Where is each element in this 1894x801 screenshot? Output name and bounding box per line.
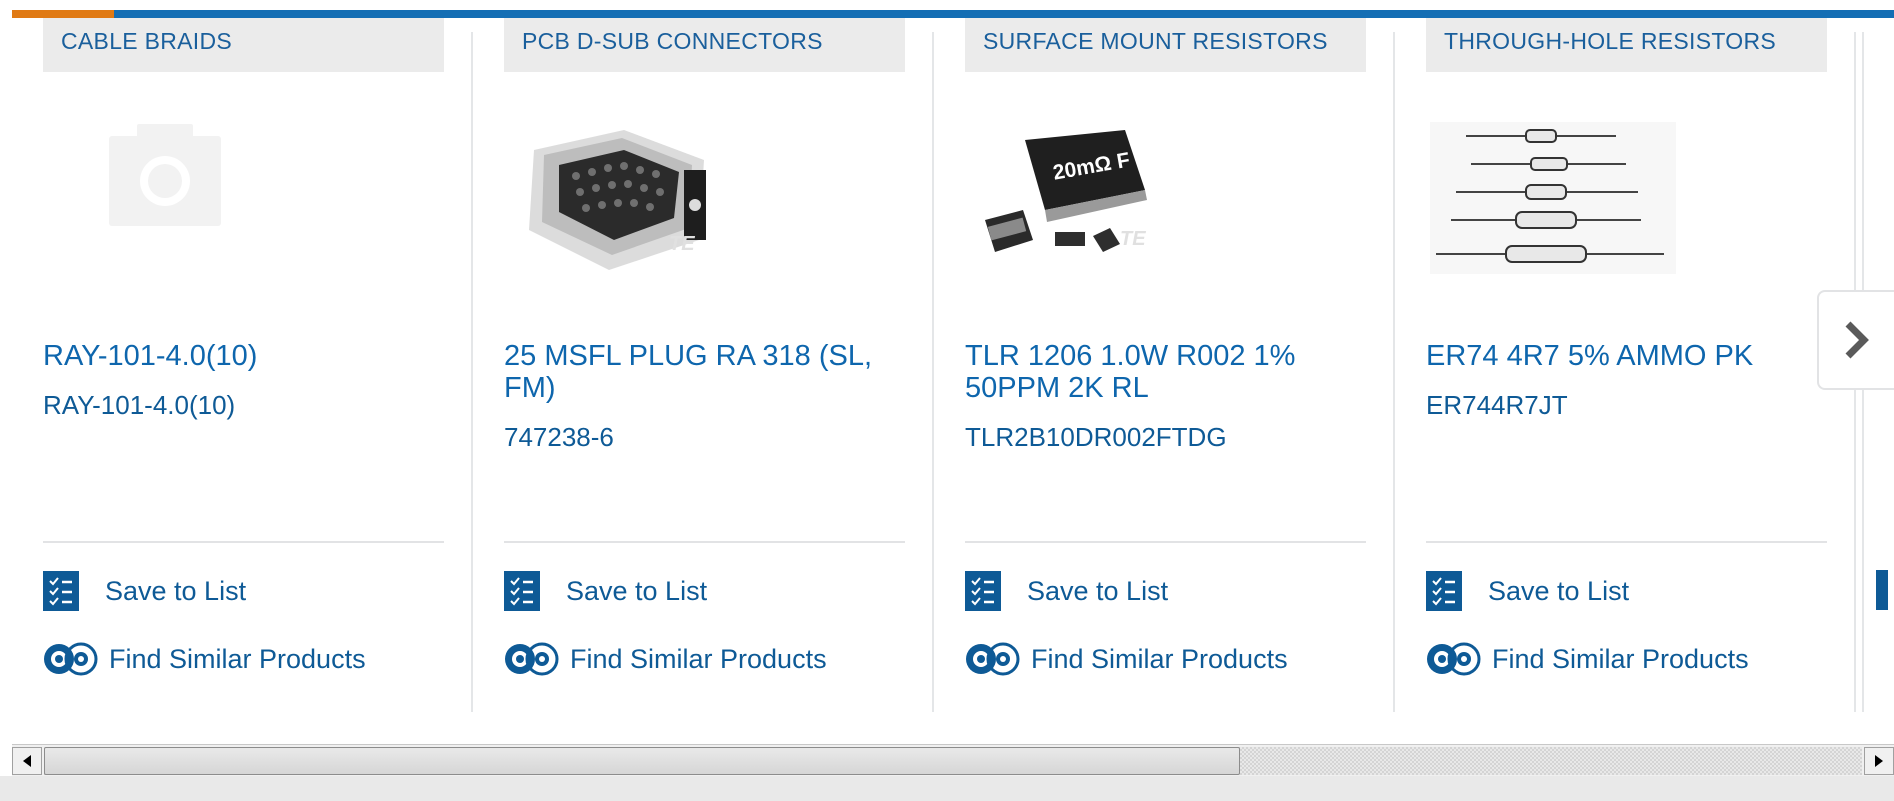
- part-number[interactable]: TLR2B10DR002FTDG: [965, 422, 1227, 453]
- product-card: PCB D-SUB CONNECTORS TE 25 MSFL PLUG RA …: [473, 18, 934, 712]
- save-to-list-button[interactable]: Save to List: [43, 570, 246, 612]
- scroll-right-button[interactable]: [1864, 747, 1894, 775]
- smd-resistor-image: 20mΩ F TE: [985, 130, 1147, 252]
- gears-icon: [44, 642, 98, 676]
- product-carousel: CABLE BRAIDS RAY-101-4.0(10) RAY-101-4.0…: [12, 18, 1894, 744]
- product-image[interactable]: TE: [504, 110, 764, 290]
- d-sub-connector-image: TE: [529, 130, 706, 270]
- part-number[interactable]: 747238-6: [504, 422, 614, 453]
- page-left-edge: [0, 0, 12, 776]
- find-similar-label: Find Similar Products: [1492, 643, 1749, 674]
- arrow-left-icon: [23, 755, 31, 767]
- product-card: SURFACE MOUNT RESISTORS 20mΩ F TE TLR 12…: [934, 18, 1395, 712]
- find-similar-button[interactable]: Find Similar Products: [43, 638, 366, 680]
- save-to-list-button[interactable]: Save to List: [965, 570, 1168, 612]
- save-to-list-label: Save to List: [566, 575, 708, 606]
- carousel-next-button[interactable]: [1817, 290, 1894, 390]
- find-similar-label: Find Similar Products: [1031, 643, 1288, 674]
- scroll-left-button[interactable]: [12, 747, 42, 775]
- card-divider: [43, 541, 444, 543]
- checklist-icon: [43, 571, 79, 611]
- save-to-list-label: Save to List: [1488, 575, 1630, 606]
- category-tab[interactable]: THROUGH-HOLE RESISTORS: [1426, 18, 1827, 72]
- gears-icon: [966, 642, 1020, 676]
- part-number[interactable]: ER744R7JT: [1426, 390, 1568, 421]
- save-to-list-button[interactable]: Save to List: [504, 570, 707, 612]
- part-number[interactable]: RAY-101-4.0(10): [43, 390, 235, 421]
- product-name-link[interactable]: ER74 4R7 5% AMMO PK: [1426, 340, 1826, 372]
- product-name-link[interactable]: 25 MSFL PLUG RA 318 (SL, FM): [504, 340, 904, 404]
- gears-icon: [1427, 642, 1481, 676]
- find-similar-button[interactable]: Find Similar Products: [965, 638, 1288, 680]
- category-tab[interactable]: SURFACE MOUNT RESISTORS: [965, 18, 1366, 72]
- save-to-list-label: Save to List: [1027, 575, 1169, 606]
- axial-resistors-image: [1430, 122, 1676, 274]
- category-tab[interactable]: CABLE BRAIDS: [43, 18, 444, 72]
- bottom-strip: [0, 776, 1894, 801]
- svg-text:TE: TE: [669, 233, 695, 255]
- find-similar-button[interactable]: Find Similar Products: [504, 638, 827, 680]
- card-divider: [1426, 541, 1827, 543]
- checklist-icon: [504, 571, 540, 611]
- checklist-icon: [1426, 571, 1462, 611]
- product-name-link[interactable]: RAY-101-4.0(10): [43, 340, 443, 372]
- find-similar-label: Find Similar Products: [570, 643, 827, 674]
- arrow-right-icon: [1875, 755, 1883, 767]
- product-name-link[interactable]: TLR 1206 1.0W R002 1% 50PPM 2K RL: [965, 340, 1365, 404]
- product-card: THROUGH-HOLE RESISTORS ER74 4R7 5% AMMO …: [1395, 18, 1856, 712]
- camera-icon: [109, 124, 221, 226]
- save-to-list-button[interactable]: Save to List: [1426, 570, 1629, 612]
- horizontal-scrollbar[interactable]: [12, 744, 1894, 776]
- product-image-placeholder[interactable]: [43, 110, 303, 290]
- card-divider: [504, 541, 905, 543]
- product-image[interactable]: 20mΩ F TE: [965, 110, 1225, 290]
- product-image[interactable]: [1426, 110, 1686, 290]
- gears-icon: [505, 642, 559, 676]
- card-divider: [965, 541, 1366, 543]
- chevron-right-icon: [1845, 321, 1869, 359]
- category-tab[interactable]: PCB D-SUB CONNECTORS: [504, 18, 905, 72]
- product-card: CABLE BRAIDS RAY-101-4.0(10) RAY-101-4.0…: [12, 18, 473, 712]
- checklist-icon: [965, 571, 1001, 611]
- find-similar-label: Find Similar Products: [109, 643, 366, 674]
- top-accent-orange: [12, 10, 114, 18]
- save-to-list-label: Save to List: [105, 575, 247, 606]
- scrollbar-thumb[interactable]: [44, 747, 1240, 775]
- find-similar-button[interactable]: Find Similar Products: [1426, 638, 1749, 680]
- top-accent-bar: [12, 10, 1894, 18]
- svg-text:TE: TE: [1120, 228, 1146, 250]
